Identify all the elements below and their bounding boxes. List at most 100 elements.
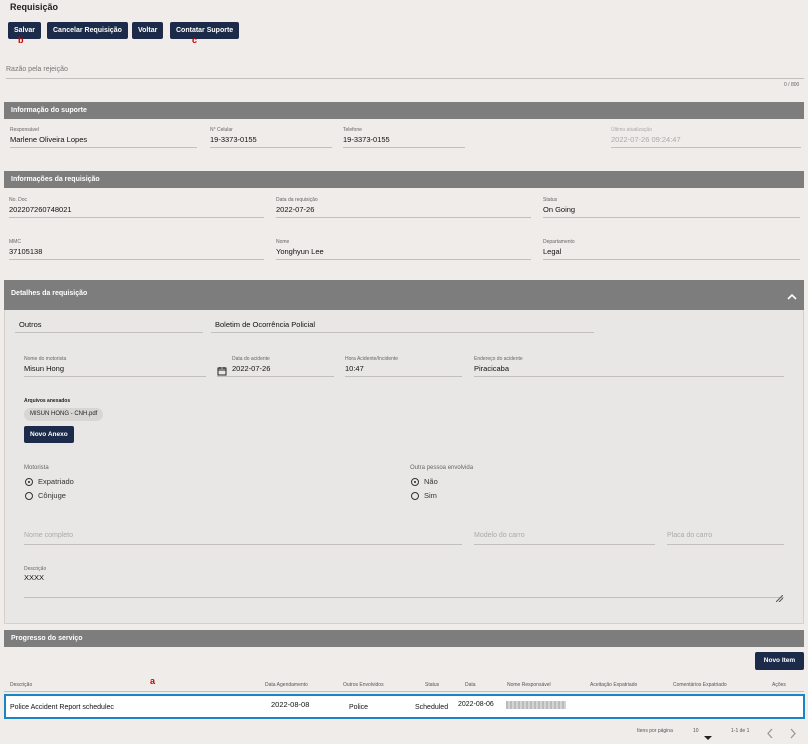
radio-expatriado[interactable] [25,478,33,486]
driver-underline [24,376,206,377]
other-person-label: Outra pessoa envolvida [410,465,474,471]
telefone-label: Telefone [343,127,362,133]
conjuge-label: Cônjuge [38,491,66,500]
subcategory-select[interactable]: Boletim de Ocorrência Policial [215,320,315,329]
category-select[interactable]: Outros [19,320,42,329]
attachments-label: Arquivos anexados [24,398,71,404]
dropdown-caret-icon[interactable] [704,728,712,744]
description-label: Descrição [24,566,47,572]
mmc-underline [9,259,264,260]
new-attachment-button[interactable]: Novo Anexo [24,426,74,443]
attachment-chip[interactable]: MISUN HONG - CNH.pdf [24,408,104,421]
mmc-label: MMC [9,239,21,245]
row-others: Police [349,704,369,711]
cancel-request-button[interactable]: Cancelar Requisição [47,22,128,39]
description-underline [24,597,784,598]
plate-underline [667,544,784,545]
col-data: Data [465,682,476,688]
col-outros-envolvidos: Outros Envolvidos [343,682,384,688]
col-comentarios-expatriado: Comentários Expatriado [673,682,727,688]
telefone-value: 19-3373-0155 [343,135,390,144]
driver-input[interactable]: Misun Hong [24,364,64,373]
celular-underline [210,147,332,148]
save-button[interactable]: Salvar [8,22,42,39]
chevron-right-icon[interactable] [789,726,797,744]
name-label: Nome [276,239,290,245]
chevron-left-icon[interactable] [766,726,774,744]
row-schedule-date: 2022-08-08 [271,700,310,709]
radio-conjuge[interactable] [25,492,33,500]
row-description: Police Accident Report schedulec [10,704,114,711]
annotation-marker-b: b [18,35,24,45]
radio-sim[interactable] [411,492,419,500]
details-title: Detalhes da requisição [11,290,88,297]
items-per-page-select[interactable]: 10 [693,728,699,734]
accident-date-underline [217,376,334,377]
dept-label: Departamento [543,239,575,245]
col-acoes: Ações [772,682,786,688]
rejection-underline [6,78,804,79]
table-header-divider [4,691,804,692]
new-item-button[interactable]: Novo Item [755,652,804,670]
car-model-underline [474,544,655,545]
accident-date-input[interactable]: 2022-07-26 [232,364,270,373]
telefone-underline [343,147,465,148]
fullname-input[interactable]: Nome completo [24,532,73,539]
request-date-underline [276,217,531,218]
status-underline [543,217,800,218]
page-title: Requisição [10,2,59,12]
subcategory-underline [211,332,594,333]
annotation-marker-a: a [150,676,156,686]
name-underline [276,259,531,260]
progress-section-header: Progresso do serviço [4,630,804,647]
car-model-input[interactable]: Modelo do carro [474,532,525,539]
details-section-header[interactable]: Detalhes da requisição [4,280,804,310]
request-date-value: 2022-07-26 [276,205,315,214]
celular-label: N° Celular [210,127,233,133]
responsavel-underline [10,147,197,148]
sim-label: Sim [424,491,437,500]
rejection-reason-input[interactable]: Razão pela rejeição [6,66,68,73]
accident-time-label: Hora Acidente/Incidente [345,356,399,362]
annotation-marker-c: c [192,35,198,45]
dept-underline [543,259,800,260]
table-row[interactable] [4,694,805,719]
celular-value: 19-3373-0155 [210,135,257,144]
resize-handle-icon[interactable] [775,589,784,607]
calendar-icon[interactable] [217,363,227,381]
doc-label: No. Doc [9,197,28,203]
address-underline [474,376,784,377]
col-status: Status [425,682,440,688]
address-input[interactable]: Piracicaba [474,364,509,373]
request-date-label: Data da requisição [276,197,318,203]
motorista-label: Motorista [24,465,49,471]
status-label: Status [543,197,558,203]
atualizacao-value: 2022-07-26 09:24:47 [611,135,681,144]
category-underline [15,332,203,333]
description-input[interactable]: XXXX [24,573,44,582]
accident-time-input[interactable]: 10:47 [345,364,364,373]
rejection-counter: 0 / 800 [784,82,800,88]
responsavel-label: Responsável [10,127,39,133]
accident-time-underline [345,376,462,377]
nao-label: Não [424,477,438,486]
expatriado-label: Expatriado [38,477,74,486]
col-aceitacao-expatriado: Aceitação Expatriado [590,682,638,688]
back-button[interactable]: Voltar [132,22,164,39]
request-info-section-header: Informações da requisição [4,171,804,188]
plate-input[interactable]: Placa do carro [667,532,712,539]
mmc-value: 37105138 [9,247,43,256]
address-label: Endereço do acidente [474,356,523,362]
accident-date-label: Data do acidente [232,356,270,362]
status-value: On Going [543,205,576,214]
support-section-header: Informação do suporte [4,102,804,119]
driver-label: Nome do motorista [24,356,67,362]
radio-nao[interactable] [411,478,419,486]
responsavel-value: Marlene Oliveira Lopes [10,135,88,144]
col-data-agendamento: Data Agendamento [265,682,308,688]
name-value: Yonghyun Lee [276,247,324,256]
row-date: 2022-08-06 [458,701,494,708]
contact-support-button[interactable]: Contatar Suporte [170,22,240,39]
chevron-up-icon[interactable] [786,289,798,307]
col-nome-responsavel: Nome Responsável [507,682,551,688]
